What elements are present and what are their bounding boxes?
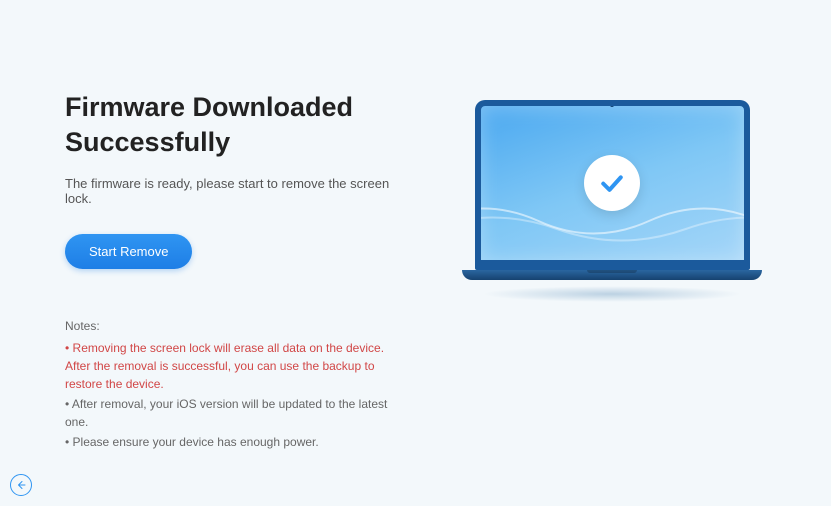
page-title: Firmware Downloaded Successfully — [65, 90, 403, 160]
laptop-shadow — [482, 286, 742, 302]
note-info-1: • After removal, your iOS version will b… — [65, 395, 403, 431]
laptop-screen — [475, 100, 750, 270]
success-check-icon — [584, 155, 640, 211]
illustration-panel — [443, 90, 781, 453]
content-panel: Firmware Downloaded Successfully The fir… — [65, 90, 403, 453]
laptop-camera-icon — [610, 103, 614, 107]
back-button[interactable] — [10, 474, 32, 496]
laptop-illustration — [462, 100, 762, 302]
note-info-2: • Please ensure your device has enough p… — [65, 433, 403, 451]
main-container: Firmware Downloaded Successfully The fir… — [0, 0, 831, 453]
laptop-base — [462, 270, 762, 280]
subtitle-text: The firmware is ready, please start to r… — [65, 176, 403, 206]
notes-label: Notes: — [65, 319, 403, 333]
start-remove-button[interactable]: Start Remove — [65, 234, 192, 269]
notes-section: Notes: • Removing the screen lock will e… — [65, 319, 403, 451]
arrow-left-icon — [15, 479, 27, 491]
note-warning: • Removing the screen lock will erase al… — [65, 339, 403, 393]
